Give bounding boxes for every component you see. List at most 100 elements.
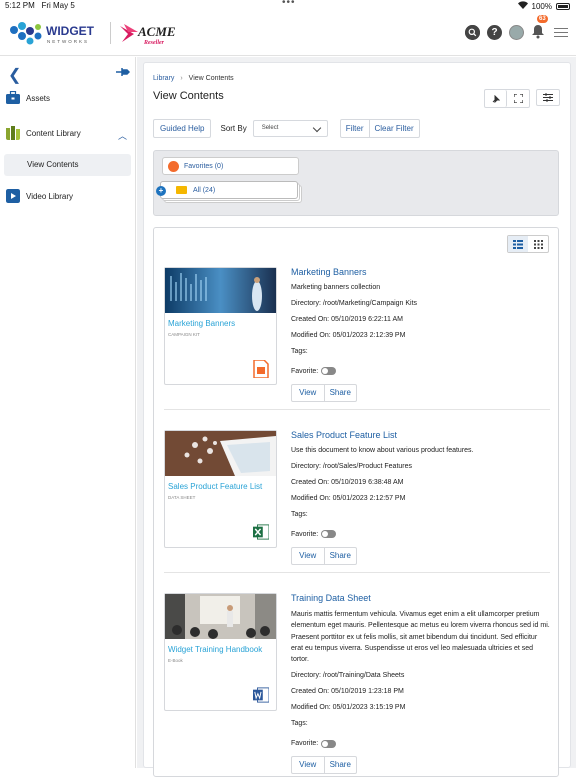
favorite-toggle[interactable] <box>321 367 337 376</box>
fullscreen-button[interactable] <box>507 90 529 107</box>
status-right: 100% <box>517 1 570 11</box>
view-button[interactable]: View <box>292 757 324 773</box>
favorite-toggle[interactable] <box>321 739 337 748</box>
item-modified: Modified On: 05/01/2023 2:12:57 PM <box>291 491 551 507</box>
view-button[interactable]: View <box>292 548 324 564</box>
layout-toggle <box>507 235 549 253</box>
sort-by-label: Sort By <box>220 124 247 133</box>
item-actions: View Share <box>291 547 357 565</box>
sidebar-item-label: Content Library <box>26 128 81 138</box>
search-icon[interactable] <box>465 24 480 40</box>
breadcrumb-library-link[interactable]: Library <box>153 75 174 82</box>
grid-view-button[interactable] <box>528 236 548 252</box>
card-type: CAMPAIGN KIT <box>168 332 200 337</box>
content-card[interactable]: Marketing Banners CAMPAIGN KIT <box>164 267 277 385</box>
item-description: Mauris mattis fermentum vehicula. Vivamu… <box>291 611 550 664</box>
wifi-icon <box>517 1 528 11</box>
item-created: Created On: 05/10/2019 6:38:48 AM <box>291 475 551 491</box>
chevron-right-icon: › <box>180 75 183 82</box>
acme-reseller-logo[interactable]: ACME Reseller <box>118 20 198 48</box>
settings-button[interactable] <box>536 89 560 106</box>
pin-icon[interactable] <box>116 67 130 77</box>
tags-label: Tags: <box>291 511 308 518</box>
modified-value: 05/01/2023 2:12:57 PM <box>332 495 406 502</box>
list-view-icon <box>513 239 523 249</box>
thumbnail-image <box>165 594 276 639</box>
sort-select[interactable]: Select <box>252 120 328 137</box>
clear-filter-button[interactable]: Clear Filter <box>368 120 419 137</box>
hamburger-menu-icon[interactable] <box>554 27 568 37</box>
sidebar: ❮ Assets Content Library ︿ View Contents… <box>0 57 136 768</box>
card-title: Widget Training Handbook E-Book <box>168 645 268 666</box>
directory-label: Directory: <box>291 672 321 680</box>
sidebar-item-assets[interactable]: Assets <box>6 91 50 105</box>
word-icon <box>253 687 269 703</box>
modified-label: Modified On: <box>291 704 331 712</box>
item-title-link[interactable]: Sales Product Feature List <box>291 430 551 440</box>
all-folder[interactable]: + All (24) <box>156 181 298 199</box>
folder-icon <box>176 186 187 194</box>
content-card[interactable]: Sales Product Feature List DATA SHEET <box>164 430 277 548</box>
pin-view-button[interactable] <box>485 90 507 107</box>
favorites-folder[interactable]: Favorites (0) <box>162 157 299 175</box>
item-favorite: Favorite: <box>291 736 551 752</box>
all-folder-label: All (24) <box>193 186 216 194</box>
item-modified: Modified On: 05/01/2023 2:12:39 PM <box>291 328 551 344</box>
breadcrumb: Library › View Contents <box>153 75 234 82</box>
tags-label: Tags: <box>291 348 308 355</box>
card-title-text: Marketing Banners <box>168 319 236 328</box>
sidebar-item-content-library[interactable]: Content Library <box>6 126 81 140</box>
card-title: Sales Product Feature List DATA SHEET <box>168 482 268 503</box>
share-button[interactable]: Share <box>323 757 357 774</box>
sidebar-item-view-contents[interactable]: View Contents <box>4 154 131 176</box>
chevron-up-icon[interactable]: ︿ <box>118 129 127 142</box>
list-view-button[interactable] <box>508 236 528 252</box>
item-details: Sales Product Feature List Use this docu… <box>291 430 551 565</box>
share-button[interactable]: Share <box>323 385 357 401</box>
created-value: 05/10/2019 1:23:18 PM <box>331 688 404 696</box>
help-icon[interactable]: ? <box>487 24 502 40</box>
guided-help-button[interactable]: Guided Help <box>153 119 212 138</box>
thumbnail-image <box>165 268 276 313</box>
status-time: 5:12 PM <box>5 1 35 10</box>
multitask-dots[interactable]: ••• <box>282 0 296 8</box>
modified-value: 05/01/2023 3:15:19 PM <box>332 704 406 712</box>
item-created: Created On: 05/10/2019 1:23:18 PM <box>291 684 551 700</box>
books-icon <box>6 126 20 140</box>
sidebar-item-video-library[interactable]: Video Library <box>6 189 73 203</box>
directory-value: /root/Marketing/Campaign Kits <box>322 300 418 307</box>
view-button[interactable]: View <box>292 385 324 401</box>
item-directory: Directory: /root/Sales/Product Features <box>291 459 551 475</box>
sidebar-item-label: Video Library <box>26 191 73 201</box>
favorite-toggle[interactable] <box>321 530 337 539</box>
expand-plus-icon[interactable]: + <box>156 186 166 196</box>
created-value: 05/10/2019 6:22:11 AM <box>331 316 403 323</box>
content-card[interactable]: Widget Training Handbook E-Book <box>164 593 277 711</box>
notification-badge: 63 <box>537 15 548 23</box>
favorites-icon <box>168 160 179 172</box>
item-favorite: Favorite: <box>291 527 551 543</box>
filter-button[interactable]: Filter <box>341 120 369 137</box>
modified-label: Modified On: <box>291 332 331 339</box>
logo1-text: WIDGET <box>46 24 95 38</box>
logo1-subtext: NETWORKS <box>47 39 89 44</box>
avatar[interactable] <box>509 24 524 40</box>
notifications-button[interactable]: 63 <box>531 15 548 40</box>
card-title-text: Sales Product Feature List <box>168 482 263 491</box>
folder-panel: Favorites (0) + All (24) <box>153 150 559 216</box>
breadcrumb-current: View Contents <box>188 75 234 82</box>
item-description: Use this document to know about various … <box>291 447 474 454</box>
item-details: Training Data Sheet Mauris mattis fermen… <box>291 593 551 775</box>
item-details: Marketing Banners Marketing banners coll… <box>291 267 551 402</box>
back-chevron-icon[interactable]: ❮ <box>8 65 21 85</box>
item-actions: View Share <box>291 384 357 402</box>
all-folder-stack: + All (24) <box>156 181 302 205</box>
modified-label: Modified On: <box>291 495 331 502</box>
header-actions: ? 63 <box>465 15 568 40</box>
share-button[interactable]: Share <box>323 548 357 564</box>
created-label: Created On: <box>291 316 330 323</box>
item-title-link[interactable]: Training Data Sheet <box>291 593 551 603</box>
widget-networks-logo[interactable]: WIDGET NETWORKS <box>8 18 108 50</box>
created-value: 05/10/2019 6:38:48 AM <box>331 479 404 486</box>
item-title-link[interactable]: Marketing Banners <box>291 267 551 277</box>
